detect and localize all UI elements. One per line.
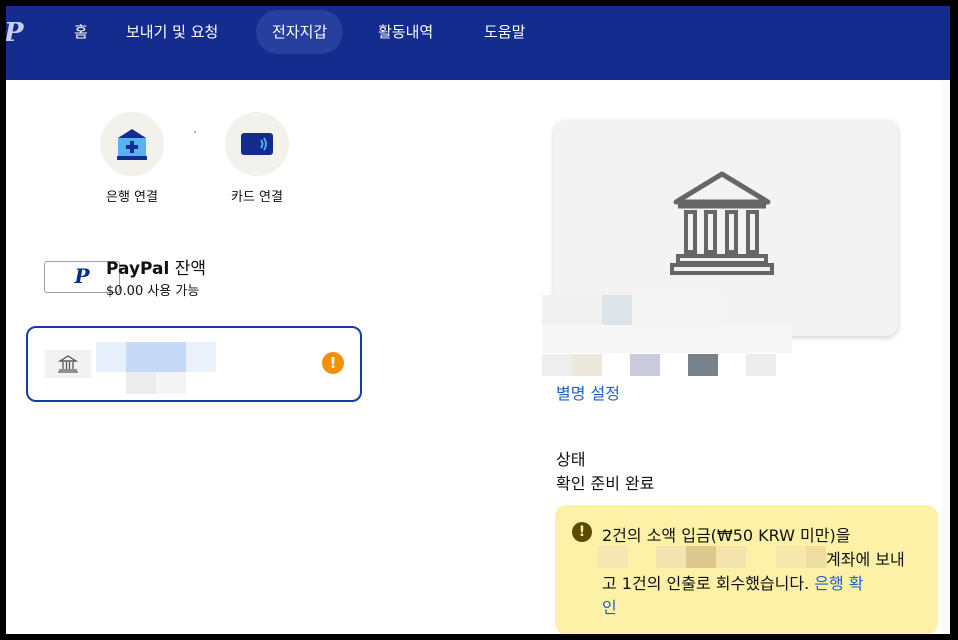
redacted-account-title [542, 325, 792, 353]
nav-send-request[interactable]: 보내기 및 요청 [110, 10, 234, 54]
balance-brand: PayPal [106, 259, 170, 279]
alert-line-1: 2건의 소액 입금(₩50 KRW 미만)을 [602, 526, 851, 545]
alert-line-4: 인 [602, 594, 617, 618]
redacted-account-number [688, 354, 718, 376]
nav-activity[interactable]: 활동내역 [362, 10, 449, 54]
redacted-account-number [572, 354, 602, 376]
status-label: 상태 [556, 450, 586, 469]
status-value: 확인 준비 완료 [556, 474, 655, 493]
alert-line-3-text: 고 1건의 인출로 회수했습니다. [602, 574, 815, 593]
link-bank-circle [100, 112, 164, 176]
scrollbar-track[interactable] [942, 80, 950, 634]
selected-bank-account[interactable]: ! [26, 326, 362, 402]
micro-deposit-alert: ! 2건의 소액 입금(₩50 KRW 미만)을 계좌에 보내 고 1건의 인출… [555, 505, 938, 634]
top-nav: P 홈 보내기 및 요청 전자지갑 활동내역 도움말 [6, 6, 950, 80]
redacted-account-number [746, 354, 776, 376]
redacted-bank-name [656, 546, 686, 568]
bank-verify-link[interactable]: 은행 확 [814, 574, 863, 593]
redacted-account-title [542, 295, 602, 325]
redacted-bank-name [126, 342, 186, 372]
redacted-account-title [632, 295, 722, 325]
bank-icon [670, 171, 774, 275]
link-bank-label: 은행 연결 [106, 190, 158, 205]
redacted-account-number [126, 372, 156, 394]
nav-home[interactable]: 홈 [58, 10, 104, 54]
warning-icon: ! [322, 352, 344, 374]
balance-available: $0.00 사용 가능 [106, 284, 200, 299]
alert-warning-icon: ! [572, 522, 592, 542]
nav-help[interactable]: 도움말 [468, 10, 541, 54]
redacted-bank-name [806, 546, 826, 568]
link-card-label: 카드 연결 [231, 190, 283, 205]
divider-dot [194, 131, 196, 133]
redacted-account-number [156, 372, 186, 394]
link-card-button[interactable]: 카드 연결 [207, 112, 307, 205]
paypal-balance-item[interactable]: P PayPal 잔액 $0.00 사용 가능 [44, 254, 374, 308]
alert-line-2: 계좌에 보내 [826, 550, 905, 569]
bank-small-icon [45, 350, 91, 378]
bank-verify-link-cont[interactable]: 인 [602, 598, 617, 617]
redacted-bank-name [776, 546, 806, 568]
redacted-bank-name [598, 546, 628, 568]
app-window: P 홈 보내기 및 요청 전자지갑 활동내역 도움말 은행 연결 [6, 6, 950, 634]
redacted-bank-name [686, 546, 716, 568]
redacted-account-number [630, 354, 660, 376]
alert-line-3: 고 1건의 인출로 회수했습니다. 은행 확 [602, 570, 864, 594]
balance-title: PayPal 잔액 [106, 254, 206, 279]
link-bank-button[interactable]: 은행 연결 [82, 112, 182, 205]
redacted-bank-name [186, 342, 216, 372]
redacted-account-number [542, 354, 572, 376]
set-nickname-link[interactable]: 별명 설정 [556, 380, 620, 404]
bank-add-icon [117, 129, 147, 160]
redacted-bank-name [716, 546, 746, 568]
balance-title-suffix: 잔액 [174, 259, 207, 279]
redacted-bank-name [96, 342, 126, 372]
link-card-circle [225, 112, 289, 176]
nav-wallet[interactable]: 전자지갑 [256, 10, 344, 54]
card-add-icon [241, 133, 273, 155]
redacted-account-title [602, 295, 632, 325]
paypal-logo-icon[interactable]: P [6, 18, 28, 48]
